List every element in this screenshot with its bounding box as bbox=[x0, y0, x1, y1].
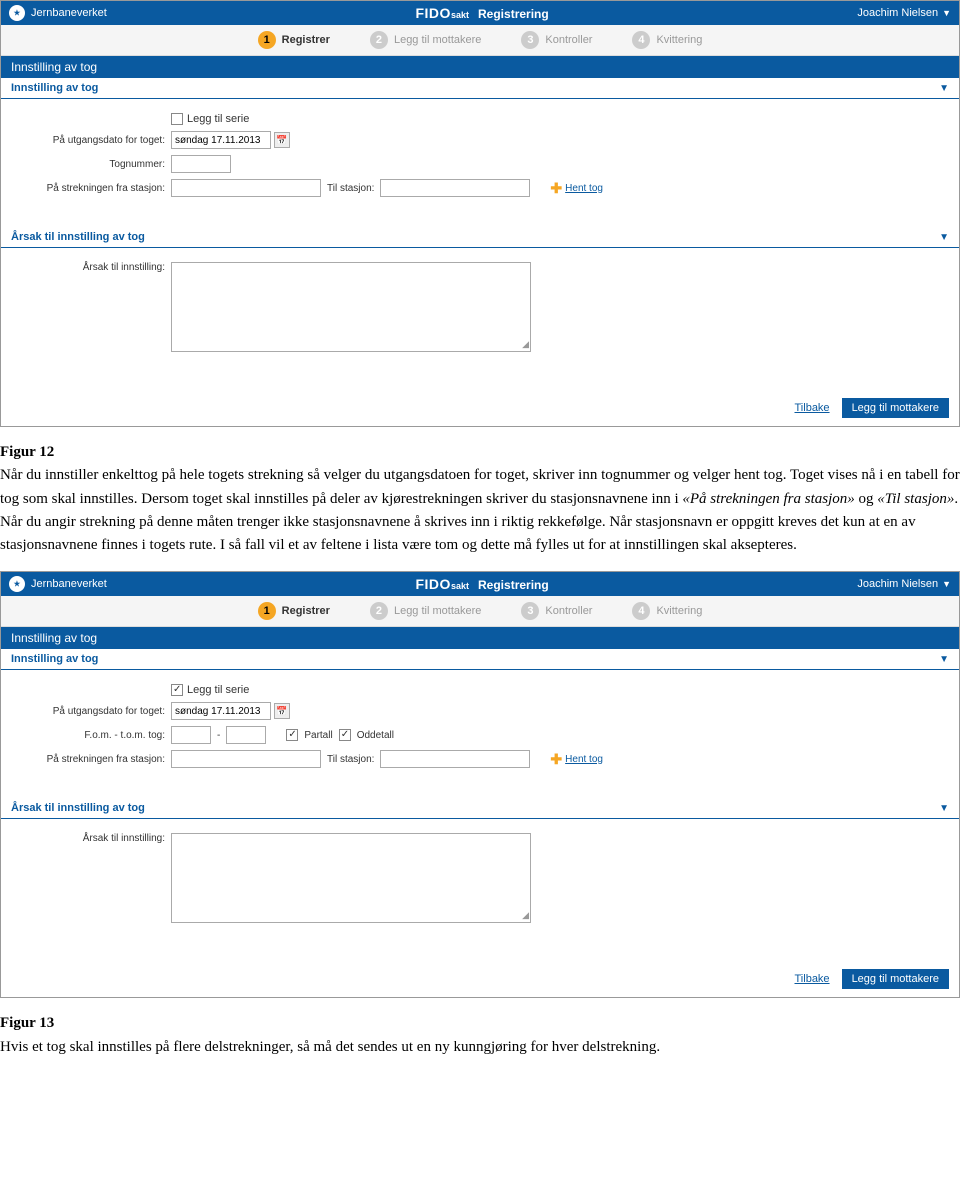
tom-input[interactable] bbox=[226, 726, 266, 744]
screenshot-2: ⭑ Jernbaneverket FIDOsakt Registrering J… bbox=[0, 571, 960, 998]
fom-input[interactable] bbox=[171, 726, 211, 744]
caption-2: Figur 13 Hvis et tog skal innstilles på … bbox=[0, 1008, 960, 1073]
arsak-textarea[interactable]: ◢ bbox=[171, 262, 531, 352]
legg-til-serie-label: Legg til serie bbox=[187, 684, 249, 696]
arsak-body: Årsak til innstilling: ◢ bbox=[1, 248, 959, 368]
arsak-label: Årsak til innstilling: bbox=[11, 262, 171, 273]
fra-stasjon-input[interactable] bbox=[171, 179, 321, 197]
tilbake-link[interactable]: Tilbake bbox=[795, 973, 830, 985]
footer-actions: Tilbake Legg til mottakere bbox=[1, 368, 959, 426]
legg-til-serie-checkbox[interactable] bbox=[171, 684, 183, 696]
topbar: ⭑ Jernbaneverket FIDOsakt Registrering J… bbox=[1, 572, 959, 596]
legg-til-serie-label: Legg til serie bbox=[187, 113, 249, 125]
logo-icon: ⭑ bbox=[9, 5, 25, 21]
user-menu[interactable]: Joachim Nielsen▼ bbox=[857, 7, 951, 19]
subsection-header[interactable]: Innstilling av tog ▼ bbox=[1, 78, 959, 99]
step-2[interactable]: 2Legg til mottakere bbox=[370, 31, 481, 49]
utgangsdato-input[interactable] bbox=[171, 702, 271, 720]
oddetall-label: Oddetall bbox=[357, 730, 394, 741]
arsak-body: Årsak til innstilling: ◢ bbox=[1, 819, 959, 939]
chevron-down-icon: ▼ bbox=[939, 654, 949, 665]
hent-tog-link[interactable]: Hent tog bbox=[565, 754, 603, 765]
step-2[interactable]: 2Legg til mottakere bbox=[370, 602, 481, 620]
til-stasjon-input[interactable] bbox=[380, 750, 530, 768]
utgangsdato-label: På utgangsdato for toget: bbox=[11, 135, 171, 146]
legg-til-mottakere-button[interactable]: Legg til mottakere bbox=[842, 969, 949, 989]
partall-checkbox[interactable] bbox=[286, 729, 298, 741]
step-bar: 1Registrer 2Legg til mottakere 3Kontroll… bbox=[1, 25, 959, 56]
til-stasjon-label: Til stasjon: bbox=[327, 754, 374, 765]
tilbake-link[interactable]: Tilbake bbox=[795, 402, 830, 414]
brand-name: Jernbaneverket bbox=[31, 7, 107, 19]
arsak-header[interactable]: Årsak til innstilling av tog ▼ bbox=[1, 798, 959, 819]
screenshot-1: ⭑ Jernbaneverket FIDOsakt Registrering J… bbox=[0, 0, 960, 427]
arsak-header[interactable]: Årsak til innstilling av tog ▼ bbox=[1, 227, 959, 248]
utgangsdato-input[interactable] bbox=[171, 131, 271, 149]
resize-handle-icon: ◢ bbox=[522, 910, 529, 921]
calendar-icon[interactable]: 📅 bbox=[274, 132, 290, 148]
form-body-1: Legg til serie På utgangsdato for toget:… bbox=[1, 99, 959, 213]
footer-actions: Tilbake Legg til mottakere bbox=[1, 939, 959, 997]
fra-stasjon-label: På strekningen fra stasjon: bbox=[11, 183, 171, 194]
til-stasjon-input[interactable] bbox=[380, 179, 530, 197]
figure-13-title: Figur 13 bbox=[0, 1015, 54, 1031]
hent-tog-link[interactable]: Hent tog bbox=[565, 183, 603, 194]
legg-til-mottakere-button[interactable]: Legg til mottakere bbox=[842, 398, 949, 418]
section-header: Innstilling av tog bbox=[1, 56, 959, 78]
partall-label: Partall bbox=[304, 730, 332, 741]
legg-til-serie-checkbox[interactable] bbox=[171, 113, 183, 125]
step-4[interactable]: 4Kvittering bbox=[632, 31, 702, 49]
topbar: ⭑ Jernbaneverket FIDOsakt Registrering J… bbox=[1, 1, 959, 25]
utgangsdato-label: På utgangsdato for toget: bbox=[11, 706, 171, 717]
fom-tom-label: F.o.m. - t.o.m. tog: bbox=[11, 730, 171, 741]
step-1[interactable]: 1Registrer bbox=[258, 602, 330, 620]
user-menu[interactable]: Joachim Nielsen▼ bbox=[857, 578, 951, 590]
chevron-down-icon: ▼ bbox=[939, 803, 949, 814]
step-3[interactable]: 3Kontroller bbox=[521, 602, 592, 620]
arsak-textarea[interactable]: ◢ bbox=[171, 833, 531, 923]
resize-handle-icon: ◢ bbox=[522, 339, 529, 350]
step-bar: 1Registrer 2Legg til mottakere 3Kontroll… bbox=[1, 596, 959, 627]
figure-12-title: Figur 12 bbox=[0, 444, 54, 460]
fra-stasjon-label: På strekningen fra stasjon: bbox=[11, 754, 171, 765]
form-body-2: Legg til serie På utgangsdato for toget:… bbox=[1, 670, 959, 784]
caption-1: Figur 12 Når du innstiller enkelttog på … bbox=[0, 437, 960, 571]
figure-12-body: Når du innstiller enkelttog på hele toge… bbox=[0, 467, 960, 553]
brand-name: Jernbaneverket bbox=[31, 578, 107, 590]
chevron-down-icon: ▼ bbox=[942, 8, 951, 18]
chevron-down-icon: ▼ bbox=[942, 579, 951, 589]
app-title: FIDOsakt Registrering bbox=[107, 576, 858, 592]
calendar-icon[interactable]: 📅 bbox=[274, 703, 290, 719]
chevron-down-icon: ▼ bbox=[939, 232, 949, 243]
figure-13-body: Hvis et tog skal innstilles på flere del… bbox=[0, 1039, 660, 1055]
arsak-label: Årsak til innstilling: bbox=[11, 833, 171, 844]
section-header: Innstilling av tog bbox=[1, 627, 959, 649]
logo-icon: ⭑ bbox=[9, 576, 25, 592]
step-1[interactable]: 1Registrer bbox=[258, 31, 330, 49]
step-4[interactable]: 4Kvittering bbox=[632, 602, 702, 620]
til-stasjon-label: Til stasjon: bbox=[327, 183, 374, 194]
tognummer-label: Tognummer: bbox=[11, 159, 171, 170]
plus-icon: ✚ bbox=[550, 180, 562, 197]
subsection-header[interactable]: Innstilling av tog ▼ bbox=[1, 649, 959, 670]
step-3[interactable]: 3Kontroller bbox=[521, 31, 592, 49]
fra-stasjon-input[interactable] bbox=[171, 750, 321, 768]
tognummer-input[interactable] bbox=[171, 155, 231, 173]
oddetall-checkbox[interactable] bbox=[339, 729, 351, 741]
plus-icon: ✚ bbox=[550, 751, 562, 768]
chevron-down-icon: ▼ bbox=[939, 83, 949, 94]
app-title: FIDOsakt Registrering bbox=[107, 5, 858, 21]
